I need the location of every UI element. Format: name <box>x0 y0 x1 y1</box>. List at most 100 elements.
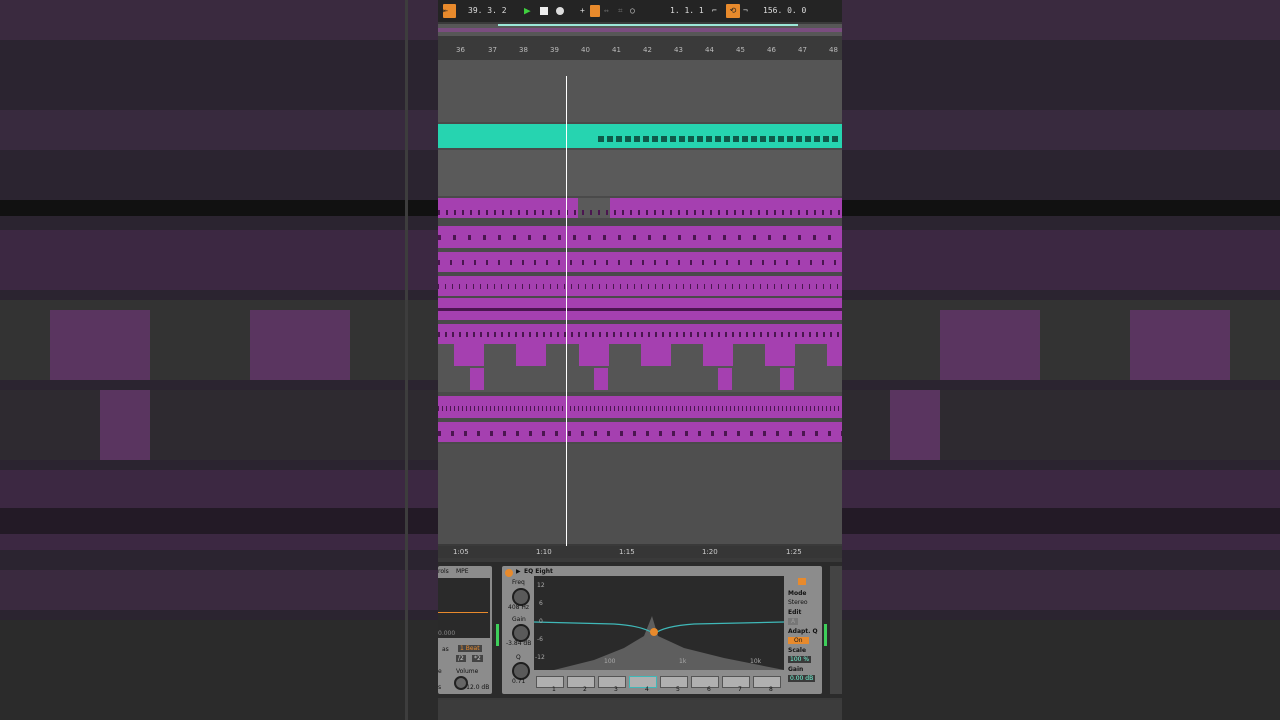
db-tick: 12 <box>537 582 545 589</box>
edit-label: Edit <box>788 609 802 616</box>
level-meter <box>496 624 499 646</box>
mode-select[interactable]: Stereo <box>788 599 808 606</box>
arrangement-toggle-icon[interactable]: ⇤ <box>443 4 456 18</box>
rate-value[interactable]: 1 Beat <box>458 645 482 652</box>
midi-clip[interactable] <box>438 198 842 218</box>
bar-number: 48 <box>829 46 838 54</box>
band-number[interactable]: 6 <box>707 686 711 693</box>
song-position[interactable]: 39. 3. 2 <box>468 4 518 18</box>
band-filter-type[interactable] <box>660 676 688 688</box>
overview-highlight <box>498 24 798 26</box>
band-number[interactable]: 2 <box>583 686 587 693</box>
loop-length[interactable]: 156. 0. 0 <box>763 4 813 18</box>
output-gain-value[interactable]: 0.00 dB <box>788 675 816 682</box>
band-filter-type[interactable] <box>753 676 781 688</box>
midi-clip[interactable] <box>438 226 842 248</box>
bar-number: 45 <box>736 46 745 54</box>
stop-icon[interactable] <box>540 7 548 15</box>
scale-value[interactable]: 100 % <box>788 656 812 663</box>
band-number[interactable]: 8 <box>769 686 773 693</box>
midi-clip-row-split[interactable] <box>438 344 842 392</box>
eq-eight-device[interactable]: ▶ EQ Eight Freq 408 Hz Gain -3.84 dB Q 0… <box>502 566 822 694</box>
band-number[interactable]: 7 <box>738 686 742 693</box>
rate-half-button[interactable]: /2 <box>456 655 466 662</box>
band-number[interactable]: 1 <box>552 686 556 693</box>
capture-icon[interactable]: ⌗ <box>618 4 623 18</box>
freq-label: Freq <box>512 579 525 586</box>
ableton-window: ⇤ 39. 3. 2 ▶ + ↔ ⌗ ○ 1. 1. 1 ⌐ ⟲ ¬ 156. … <box>438 0 842 720</box>
midi-clip[interactable] <box>438 324 842 344</box>
punch-out-icon[interactable]: ¬ <box>743 4 748 18</box>
device-title: EQ Eight <box>524 568 553 575</box>
e-label: e <box>438 668 442 675</box>
punch-in-icon[interactable]: ⌐ <box>712 4 717 18</box>
play-icon[interactable]: ▶ <box>524 4 531 18</box>
q-value: 0.71 <box>512 678 526 685</box>
arrangement-view[interactable] <box>438 60 842 544</box>
overview-clips <box>438 28 842 32</box>
device-scroll[interactable] <box>830 566 842 694</box>
rate-double-button[interactable]: *2 <box>472 655 483 662</box>
band-filter-type[interactable] <box>536 676 564 688</box>
track-lane-empty[interactable] <box>438 444 842 544</box>
level-meter <box>824 624 827 646</box>
record-icon[interactable] <box>556 7 564 15</box>
time-mark: 1:25 <box>786 548 802 556</box>
midi-clip[interactable] <box>438 422 842 442</box>
midi-clip[interactable] <box>438 396 842 418</box>
db-tick: -12 <box>535 654 545 661</box>
envelope-display[interactable]: 0.000 <box>438 578 490 638</box>
adapt-q-toggle[interactable]: On <box>788 637 809 644</box>
bar-number: 47 <box>798 46 807 54</box>
band-filter-type[interactable] <box>567 676 595 688</box>
freq-value: 408 Hz <box>508 604 530 611</box>
gain-label: Gain <box>512 616 526 623</box>
session-record-icon[interactable]: ○ <box>630 4 635 18</box>
band-filter-type[interactable] <box>598 676 626 688</box>
audio-clip-teal[interactable] <box>438 124 842 148</box>
band-filter-type[interactable] <box>722 676 750 688</box>
overdub-icon[interactable]: + <box>580 4 585 18</box>
eq-display[interactable]: 12 6 0 -6 -12 100 1k 10k <box>534 576 784 670</box>
arrangement-overview[interactable] <box>438 24 842 36</box>
band-filter-type-selected[interactable] <box>629 676 657 688</box>
midi-clip[interactable] <box>438 276 842 296</box>
scale-label: Scale <box>788 647 807 654</box>
band-number-selected[interactable]: 4 <box>645 686 649 693</box>
loop-start[interactable]: 1. 1. 1 <box>670 4 710 18</box>
midi-notes <box>438 235 842 240</box>
band-number[interactable]: 5 <box>676 686 680 693</box>
band-filter-type[interactable] <box>691 676 719 688</box>
time-mark: 1:10 <box>536 548 552 556</box>
reenable-automation-icon[interactable]: ↔ <box>604 4 609 18</box>
midi-clip[interactable] <box>438 298 842 320</box>
automation-arm-icon[interactable] <box>590 5 600 17</box>
adapt-q-label: Adapt. Q <box>788 628 818 635</box>
waveform <box>598 136 838 142</box>
device-title: rols <box>438 568 449 575</box>
edit-button[interactable]: A <box>788 618 799 625</box>
audition-icon[interactable] <box>798 578 806 585</box>
device-on-icon[interactable] <box>505 569 513 577</box>
db-tick: 6 <box>539 600 543 607</box>
mode-label: Mode <box>788 590 807 597</box>
track-lane-empty[interactable] <box>438 150 842 196</box>
beat-ruler[interactable]: 36 37 38 39 40 41 42 43 44 45 46 47 48 <box>438 42 842 58</box>
midi-notes <box>438 260 842 265</box>
bar-number: 39 <box>550 46 559 54</box>
expand-icon[interactable]: ▶ <box>516 568 521 575</box>
midi-notes <box>438 406 842 411</box>
freq-tick: 1k <box>679 658 687 665</box>
bar-number: 43 <box>674 46 683 54</box>
instrument-device[interactable]: rols MPE 0.000 as 1 Beat /2 *2 e Volume … <box>438 566 492 694</box>
bar-number: 46 <box>767 46 776 54</box>
time-ruler[interactable]: 1:05 1:10 1:15 1:20 1:25 <box>438 546 842 558</box>
mpe-label: MPE <box>456 568 469 575</box>
bar-number: 41 <box>612 46 621 54</box>
band-number[interactable]: 3 <box>614 686 618 693</box>
volume-value: -12.0 dB <box>464 684 490 691</box>
midi-notes <box>438 284 842 289</box>
midi-clip[interactable] <box>438 252 842 272</box>
track-lane-empty[interactable] <box>438 60 842 122</box>
loop-switch-icon[interactable]: ⟲ <box>726 4 740 18</box>
